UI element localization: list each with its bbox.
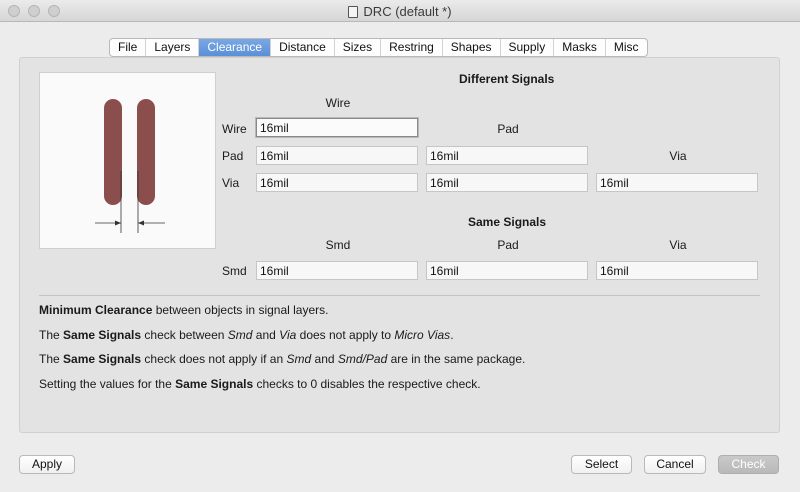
tab-restring[interactable]: Restring bbox=[381, 39, 443, 56]
note-minimum-clearance: Minimum Clearance between objects in sig… bbox=[39, 303, 329, 317]
col-header-via: Via bbox=[669, 149, 687, 163]
via-via-field[interactable] bbox=[596, 173, 758, 192]
select-button[interactable]: Select bbox=[571, 455, 632, 474]
col-header-same-via: Via bbox=[669, 238, 687, 252]
tab-layers[interactable]: Layers bbox=[146, 39, 200, 56]
note-zero-disables: Setting the values for the Same Signals … bbox=[39, 377, 481, 391]
smd-via-field[interactable] bbox=[596, 261, 758, 280]
tab-misc[interactable]: Misc bbox=[606, 39, 647, 56]
apply-button[interactable]: Apply bbox=[19, 455, 75, 474]
window-title: DRC (default *) bbox=[0, 4, 800, 19]
different-signals-heading: Different Signals bbox=[459, 72, 555, 86]
tab-file[interactable]: File bbox=[110, 39, 147, 56]
via-pad-field[interactable] bbox=[426, 173, 588, 192]
divider bbox=[39, 295, 760, 296]
clearance-diagram bbox=[95, 99, 165, 233]
tab-bar: File Layers Clearance Distance Sizes Res… bbox=[109, 38, 648, 57]
tab-distance[interactable]: Distance bbox=[271, 39, 335, 56]
cancel-button[interactable]: Cancel bbox=[644, 455, 706, 474]
document-icon bbox=[348, 6, 359, 18]
wire-trace-right bbox=[137, 99, 155, 205]
col-header-smd: Smd bbox=[325, 238, 351, 252]
check-button[interactable]: Check bbox=[718, 455, 779, 474]
tab-shapes[interactable]: Shapes bbox=[443, 39, 501, 56]
col-header-wire: Wire bbox=[325, 96, 351, 110]
tab-clearance[interactable]: Clearance bbox=[199, 39, 272, 56]
row-label-via: Via bbox=[222, 176, 240, 190]
same-signals-heading: Same Signals bbox=[468, 215, 547, 229]
pad-pad-field[interactable] bbox=[426, 146, 588, 165]
via-wire-field[interactable] bbox=[256, 173, 418, 192]
tab-sizes[interactable]: Sizes bbox=[335, 39, 382, 56]
smd-pad-field[interactable] bbox=[426, 261, 588, 280]
tab-masks[interactable]: Masks bbox=[554, 39, 606, 56]
smd-smd-field[interactable] bbox=[256, 261, 418, 280]
wire-wire-field[interactable] bbox=[256, 118, 418, 137]
pad-wire-field[interactable] bbox=[256, 146, 418, 165]
note-micro-vias: The Same Signals check between Smd and V… bbox=[39, 328, 454, 342]
wire-trace-left bbox=[104, 99, 122, 205]
row-label-wire: Wire bbox=[222, 122, 247, 136]
row-label-smd: Smd bbox=[222, 264, 247, 278]
col-header-pad: Pad bbox=[497, 122, 519, 136]
window-title-text: DRC (default *) bbox=[363, 4, 452, 19]
tab-supply[interactable]: Supply bbox=[501, 39, 555, 56]
row-label-pad: Pad bbox=[222, 149, 244, 163]
col-header-same-pad: Pad bbox=[497, 238, 519, 252]
note-same-package: The Same Signals check does not apply if… bbox=[39, 352, 526, 366]
title-bar: DRC (default *) bbox=[0, 0, 800, 22]
clearance-preview-image bbox=[39, 72, 216, 249]
